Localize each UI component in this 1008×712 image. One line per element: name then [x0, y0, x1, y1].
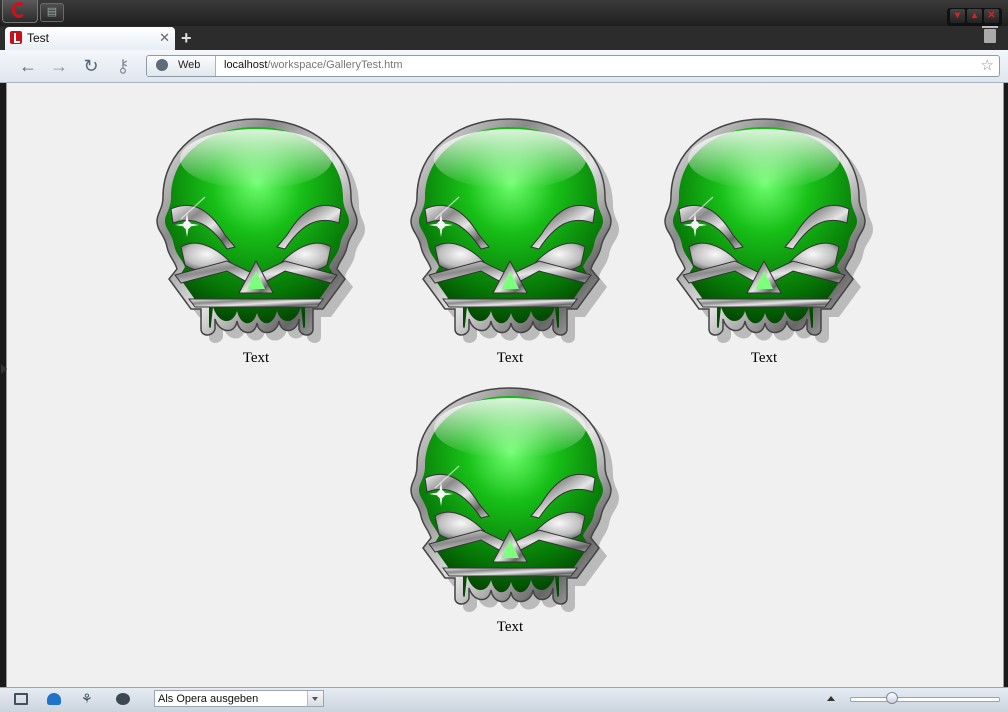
minimize-icon[interactable]: ▾	[950, 9, 965, 23]
tab-test[interactable]: Test ✕	[5, 27, 175, 50]
skull-image	[410, 387, 620, 613]
opera-link-icon[interactable]: ⚘	[81, 692, 95, 705]
page-content: Text Text Text Text	[6, 83, 1004, 687]
skull-image	[664, 118, 874, 344]
gallery-item[interactable]: Text	[141, 97, 371, 366]
tab-strip: Test ✕ +	[0, 26, 1008, 50]
gallery-caption: Text	[496, 350, 524, 366]
zoom-slider-thumb[interactable]	[886, 692, 898, 704]
address-bar[interactable]: Web localhost/workspace/GalleryTest.htm …	[146, 55, 1000, 77]
forward-arrow-icon[interactable]: →	[48, 56, 70, 76]
gallery-caption: Text	[496, 619, 524, 635]
tab-title: Test	[27, 31, 50, 45]
url-path: /workspace/GalleryTest.htm	[267, 59, 403, 71]
panel-icon[interactable]	[14, 693, 28, 705]
skull-image	[156, 118, 366, 344]
page-favicon-icon	[10, 31, 22, 44]
key-icon[interactable]: ⚷	[112, 56, 134, 76]
status-bar: ⚘ Als Opera ausgeben	[0, 687, 1008, 712]
back-arrow-icon[interactable]: ←	[17, 56, 39, 76]
turbo-speedometer-icon[interactable]	[116, 693, 130, 705]
panel-toggle-button[interactable]: ▤	[40, 3, 64, 22]
security-badge[interactable]: Web	[147, 56, 216, 76]
bookmark-star-icon[interactable]: ☆	[981, 56, 994, 74]
side-panel-toggle-icon[interactable]	[1, 364, 7, 374]
chevron-down-icon[interactable]	[307, 691, 323, 706]
url-host: localhost	[224, 59, 268, 71]
gallery-item[interactable]: Text	[395, 366, 625, 635]
url-text[interactable]: localhost/workspace/GalleryTest.htm	[224, 59, 403, 71]
opera-menu-button[interactable]	[2, 0, 38, 23]
close-window-icon[interactable]: ✕	[984, 9, 999, 23]
opera-unite-cloud-icon[interactable]	[47, 693, 61, 705]
zoom-slider-track[interactable]	[850, 697, 1000, 702]
trash-icon[interactable]	[982, 26, 998, 43]
new-tab-button[interactable]: +	[181, 28, 192, 48]
tab-close-icon[interactable]: ✕	[159, 30, 170, 46]
opera-logo-icon	[12, 2, 26, 18]
zoom-popup-icon[interactable]	[827, 696, 835, 701]
globe-icon	[156, 59, 168, 71]
window-controls: ▾ ▴ ✕	[947, 8, 1002, 26]
security-badge-label: Web	[178, 59, 201, 71]
navigation-toolbar: ← → ↻ ⚷ Web localhost/workspace/GalleryT…	[0, 50, 1008, 83]
skull-image	[410, 118, 620, 344]
title-bar: ▤ ▾ ▴ ✕	[0, 0, 1008, 26]
identify-as-value: Als Opera ausgeben	[158, 693, 259, 705]
identify-as-select[interactable]: Als Opera ausgeben	[154, 690, 324, 707]
gallery-item[interactable]: Text	[649, 97, 879, 366]
gallery-caption: Text	[242, 350, 270, 366]
reload-icon[interactable]: ↻	[80, 56, 102, 76]
gallery-caption: Text	[750, 350, 778, 366]
gallery-item[interactable]: Text	[395, 97, 625, 366]
maximize-icon[interactable]: ▴	[967, 9, 982, 23]
